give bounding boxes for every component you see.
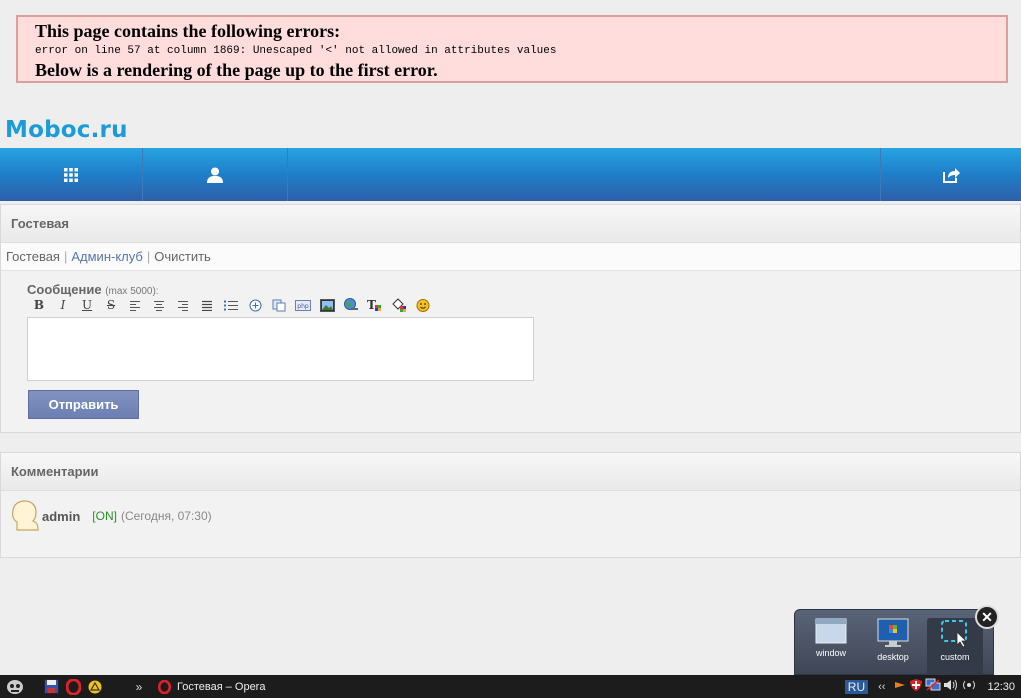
capture-desktop-option[interactable]: desktop bbox=[865, 618, 921, 676]
link-separator: | bbox=[146, 249, 151, 264]
capture-window-label: window bbox=[815, 648, 846, 658]
nav-user-button[interactable] bbox=[143, 148, 288, 201]
opera-icon bbox=[158, 679, 171, 694]
volume-icon[interactable] bbox=[943, 678, 959, 695]
parser-error-box: This page contains the following errors:… bbox=[16, 15, 1008, 83]
save-disk-icon[interactable] bbox=[40, 677, 62, 697]
guestbook-links: Гостевая | Админ-клуб | Очистить bbox=[1, 243, 1020, 271]
link-globe-icon[interactable] bbox=[339, 296, 363, 314]
online-status: [ON] bbox=[92, 509, 117, 523]
error-footer: Below is a rendering of the page up to t… bbox=[35, 60, 438, 80]
capture-custom-label: custom bbox=[940, 652, 970, 662]
submit-button[interactable]: Отправить bbox=[28, 390, 139, 419]
grid-icon bbox=[64, 167, 78, 182]
start-menu-icon[interactable] bbox=[4, 677, 26, 697]
svg-text:T: T bbox=[367, 298, 376, 312]
comment-item: admin [ON] (Сегодня, 07:30) bbox=[11, 499, 212, 533]
link-admin-club[interactable]: Админ-клуб bbox=[71, 249, 142, 264]
color-fill-icon[interactable] bbox=[387, 296, 411, 314]
error-message: error on line 57 at column 1869: Unescap… bbox=[35, 45, 557, 57]
media-icon[interactable] bbox=[893, 678, 907, 695]
guestbook-title: Гостевая bbox=[1, 205, 1020, 243]
clock[interactable]: 12:30 bbox=[987, 681, 1015, 693]
desktop-icon bbox=[877, 618, 909, 647]
network-icon[interactable] bbox=[925, 678, 941, 695]
link-guestbook[interactable]: Гостевая bbox=[6, 249, 60, 264]
screen-capture-popup: window desktop custom bbox=[794, 609, 994, 676]
text-size-icon[interactable]: T bbox=[363, 296, 387, 314]
copy-icon[interactable] bbox=[267, 296, 291, 314]
opera-icon[interactable] bbox=[62, 677, 84, 697]
align-center-icon[interactable] bbox=[147, 296, 171, 314]
capture-desktop-label: desktop bbox=[877, 652, 909, 662]
message-textarea[interactable] bbox=[27, 317, 534, 381]
comments-panel: Комментарии admin [ON] (Сегодня, 07:30) bbox=[0, 452, 1021, 558]
wireless-icon[interactable] bbox=[961, 678, 977, 695]
svg-text:php: php bbox=[297, 303, 309, 310]
language-indicator[interactable]: RU bbox=[844, 679, 869, 694]
system-tray: RU ‹‹ 12:30 bbox=[844, 675, 1015, 698]
underline-icon[interactable]: U bbox=[75, 296, 99, 314]
capture-window-option[interactable]: window bbox=[803, 618, 859, 676]
comments-title: Комментарии bbox=[1, 453, 1020, 491]
list-icon[interactable] bbox=[219, 296, 243, 314]
format-toolbar: B I U S php T bbox=[27, 296, 435, 314]
task-title: Гостевая – Opera bbox=[177, 680, 266, 693]
share-icon bbox=[943, 167, 960, 183]
main-navbar bbox=[0, 148, 1021, 201]
task-opera-window[interactable]: Гостевая – Opera bbox=[158, 679, 266, 694]
align-left-icon[interactable] bbox=[123, 296, 147, 314]
custom-region-icon bbox=[941, 620, 967, 648]
link-clear[interactable]: Очистить bbox=[154, 249, 211, 264]
error-title: This page contains the following errors: bbox=[35, 21, 341, 41]
strikethrough-icon[interactable]: S bbox=[99, 296, 123, 314]
taskbar-expand[interactable]: » bbox=[128, 677, 150, 697]
spoiler-icon[interactable] bbox=[243, 296, 267, 314]
comment-time: (Сегодня, 07:30) bbox=[120, 509, 212, 523]
italic-icon[interactable]: I bbox=[51, 296, 75, 314]
taskbar: » Гостевая – Opera RU ‹‹ 12:30 bbox=[0, 675, 1021, 698]
smiley-icon[interactable] bbox=[411, 296, 435, 314]
guestbook-panel: Гостевая Гостевая | Админ-клуб | Очистит… bbox=[0, 204, 1021, 433]
link-separator: | bbox=[63, 249, 68, 264]
php-icon[interactable]: php bbox=[291, 296, 315, 314]
user-icon bbox=[207, 167, 223, 183]
capture-custom-option[interactable]: custom bbox=[927, 618, 983, 676]
avatar-icon bbox=[12, 500, 39, 531]
tray-expand[interactable]: ‹‹ bbox=[878, 681, 885, 693]
bold-icon[interactable]: B bbox=[27, 296, 51, 314]
image-icon[interactable] bbox=[315, 296, 339, 314]
align-right-icon[interactable] bbox=[171, 296, 195, 314]
window-icon bbox=[815, 618, 847, 644]
nav-share-button[interactable] bbox=[880, 148, 1021, 201]
nav-apps-button[interactable] bbox=[0, 148, 143, 201]
shield-icon[interactable] bbox=[909, 678, 923, 695]
message-label: Сообщение (max 5000): bbox=[27, 282, 159, 297]
warning-app-icon[interactable] bbox=[84, 677, 106, 697]
comment-author[interactable]: admin bbox=[42, 509, 80, 524]
site-logo[interactable]: Moboc.ru bbox=[5, 117, 128, 143]
align-justify-icon[interactable] bbox=[195, 296, 219, 314]
close-icon[interactable]: ✕ bbox=[975, 605, 999, 629]
message-label-text: Сообщение bbox=[27, 282, 102, 297]
